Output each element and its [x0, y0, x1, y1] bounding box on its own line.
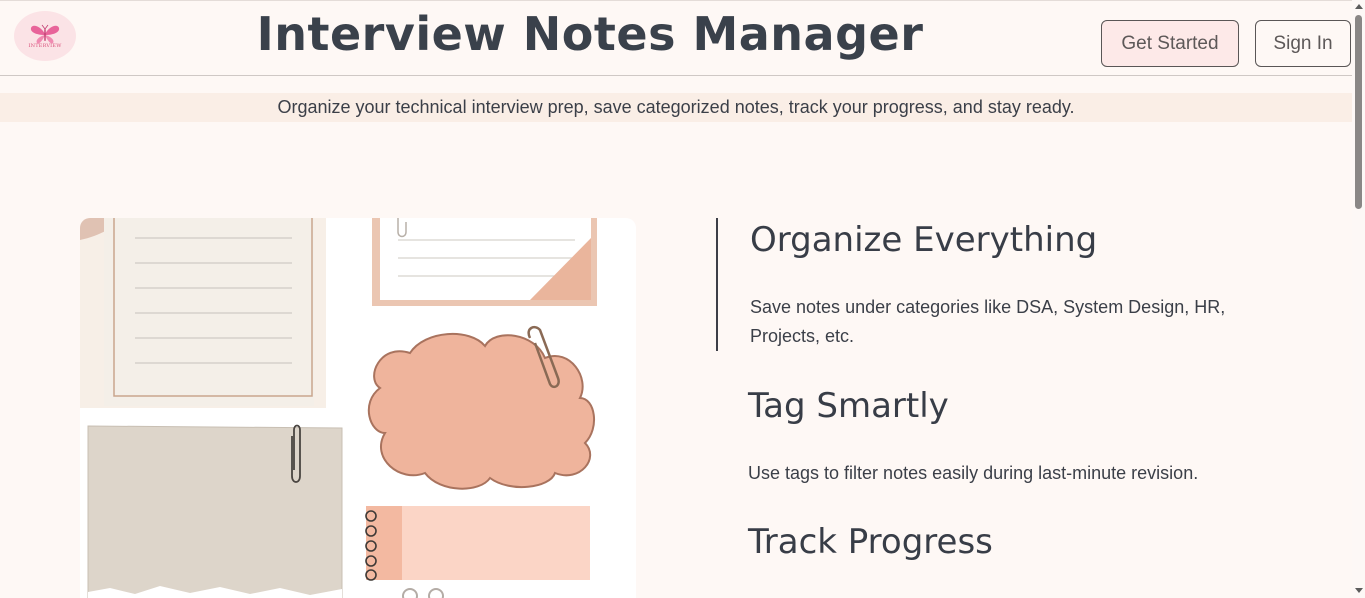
feature-desc-organize: Save notes under categories like DSA, Sy… — [750, 297, 1226, 346]
vertical-scrollbar[interactable] — [1352, 0, 1365, 598]
feature-active-indicator — [716, 218, 718, 351]
scroll-down-arrow-icon[interactable] — [1355, 588, 1363, 593]
scrollbar-thumb[interactable] — [1355, 15, 1362, 209]
feature-title-tag: Tag Smartly — [748, 386, 949, 426]
page: INTERVIEW Interview Notes Manager Get St… — [0, 0, 1365, 598]
top-navbar: INTERVIEW Interview Notes Manager Get St… — [0, 0, 1352, 76]
scroll-up-arrow-icon[interactable] — [1355, 4, 1363, 9]
app-title: Interview Notes Manager — [256, 7, 924, 61]
sign-in-button[interactable]: Sign In — [1255, 20, 1351, 67]
stationery-illustration — [80, 218, 597, 598]
notes-illustration — [80, 218, 636, 598]
feature-title-organize: Organize Everything — [750, 220, 1098, 260]
feature-title-track: Track Progress — [748, 522, 993, 562]
tagline: Organize your technical interview prep, … — [0, 93, 1352, 122]
feature-desc-tag: Use tags to filter notes easily during l… — [748, 463, 1199, 483]
get-started-button[interactable]: Get Started — [1101, 20, 1239, 67]
